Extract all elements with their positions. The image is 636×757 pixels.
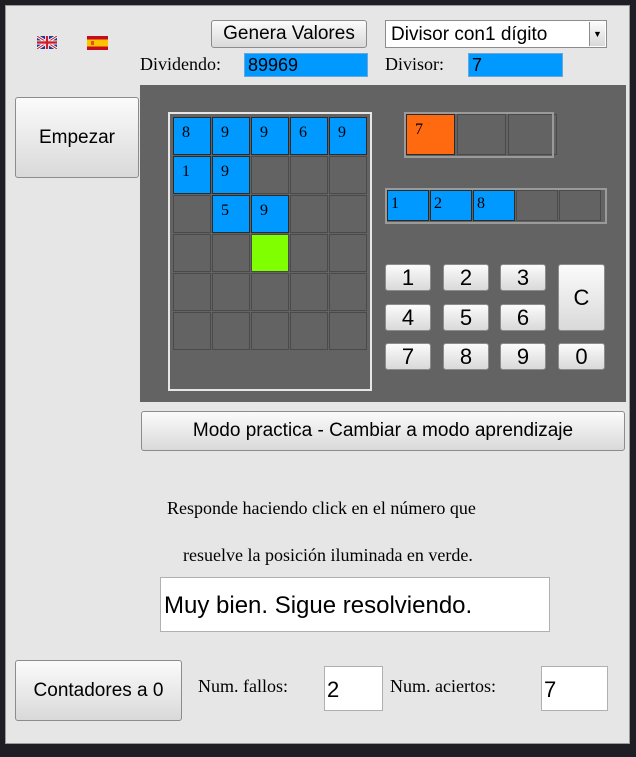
grid-cell bbox=[290, 156, 328, 194]
grid-cell bbox=[290, 312, 328, 350]
grid-cell bbox=[329, 273, 367, 311]
grid-cell bbox=[212, 234, 250, 272]
key-9[interactable]: 9 bbox=[500, 343, 546, 370]
hits-count: 7 bbox=[541, 666, 608, 711]
grid-cell: 9 bbox=[251, 117, 289, 155]
dropdown-arrow-button[interactable]: ▼ bbox=[589, 22, 605, 46]
quotient-row-frame bbox=[385, 188, 607, 224]
grid-cell: 9 bbox=[212, 117, 250, 155]
reset-counters-button[interactable]: Contadores a 0 bbox=[15, 660, 182, 721]
grid-cell bbox=[251, 156, 289, 194]
divisor-label: Divisor: bbox=[385, 54, 445, 74]
grid-cell: 9 bbox=[251, 195, 289, 233]
grid-cell: 9 bbox=[212, 156, 250, 194]
fails-count: 2 bbox=[324, 666, 383, 711]
grid-cell bbox=[290, 273, 328, 311]
app-area: Genera Valores Divisor con1 dígito ▼ Div… bbox=[5, 5, 630, 744]
dividend-label: Dividendo: bbox=[140, 54, 221, 74]
key-3[interactable]: 3 bbox=[500, 264, 546, 291]
divisor-digits-select[interactable]: Divisor con1 dígito ▼ bbox=[385, 20, 607, 48]
grid-cell bbox=[212, 312, 250, 350]
fails-count-value: 2 bbox=[327, 677, 340, 702]
uk-flag-icon[interactable] bbox=[36, 34, 58, 51]
clear-key[interactable]: C bbox=[558, 264, 605, 331]
grid-cell: 9 bbox=[329, 117, 367, 155]
divisor-field[interactable]: 7 bbox=[468, 53, 563, 77]
grid-cell bbox=[290, 234, 328, 272]
grid-cell bbox=[290, 195, 328, 233]
key-6[interactable]: 6 bbox=[500, 304, 546, 331]
key-1[interactable]: 1 bbox=[385, 264, 431, 291]
grid-cell: 5 bbox=[212, 195, 250, 233]
chevron-down-icon: ▼ bbox=[593, 29, 602, 39]
key-4[interactable]: 4 bbox=[385, 304, 431, 331]
divisor-select-value: Divisor con1 dígito bbox=[391, 24, 548, 45]
division-panel: 899691959 7 128 1234567890 C bbox=[140, 85, 626, 402]
grid-cell bbox=[173, 273, 211, 311]
feedback-text: Muy bien. Sigue resolviendo. bbox=[164, 592, 473, 619]
window-frame: Genera Valores Divisor con1 dígito ▼ Div… bbox=[0, 0, 636, 757]
grid-cell bbox=[329, 156, 367, 194]
start-button[interactable]: Empezar bbox=[15, 97, 139, 178]
grid-cell: 1 bbox=[173, 156, 211, 194]
generate-values-button[interactable]: Genera Valores bbox=[211, 20, 367, 48]
grid-cell bbox=[329, 312, 367, 350]
instruction-line-1: Responde haciendo click en el número que bbox=[167, 498, 476, 518]
mode-toggle-button[interactable]: Modo practica - Cambiar a modo aprendiza… bbox=[141, 411, 625, 451]
hits-label: Num. aciertos: bbox=[390, 676, 496, 696]
key-8[interactable]: 8 bbox=[443, 343, 489, 370]
grid-cell bbox=[329, 234, 367, 272]
hits-count-value: 7 bbox=[544, 677, 557, 702]
grid-cell bbox=[251, 273, 289, 311]
grid-cell bbox=[212, 273, 250, 311]
divisor-box-frame bbox=[404, 112, 554, 158]
grid-cell bbox=[173, 312, 211, 350]
feedback-box: Muy bien. Sigue resolviendo. bbox=[160, 577, 550, 632]
grid-cell bbox=[173, 234, 211, 272]
grid-cell bbox=[329, 195, 367, 233]
grid-cell: 6 bbox=[290, 117, 328, 155]
grid-cell bbox=[173, 195, 211, 233]
grid-cell: 8 bbox=[173, 117, 211, 155]
grid-cell bbox=[251, 312, 289, 350]
spain-flag-icon[interactable] bbox=[87, 36, 108, 50]
key-0[interactable]: 0 bbox=[558, 343, 605, 370]
grid-cell bbox=[251, 234, 289, 272]
fails-label: Num. fallos: bbox=[198, 676, 288, 696]
key-7[interactable]: 7 bbox=[385, 343, 431, 370]
dividend-field[interactable]: 89969 bbox=[244, 53, 368, 77]
key-5[interactable]: 5 bbox=[443, 304, 489, 331]
instruction-line-2: resuelve la posición iluminada en verde. bbox=[183, 545, 473, 565]
key-2[interactable]: 2 bbox=[443, 264, 489, 291]
